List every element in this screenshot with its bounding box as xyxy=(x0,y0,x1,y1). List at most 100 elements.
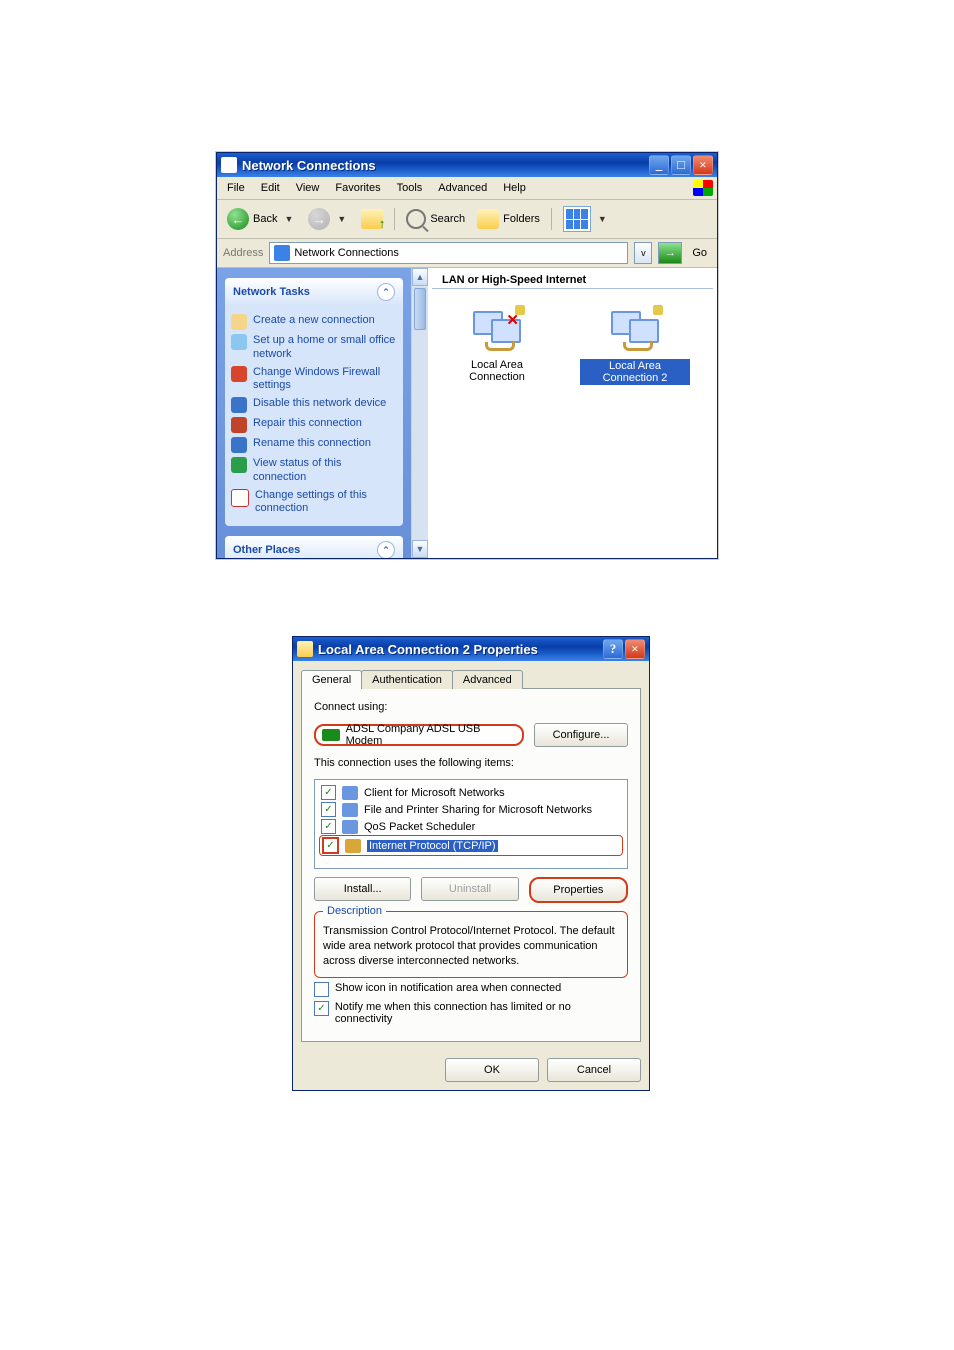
scroll-up-icon[interactable]: ▲ xyxy=(412,268,428,286)
collapse-icon[interactable]: ⌃ xyxy=(377,283,395,301)
show-icon-row[interactable]: ✓ Show icon in notification area when co… xyxy=(314,982,628,997)
menu-help[interactable]: Help xyxy=(497,180,532,196)
connection-icon xyxy=(611,307,659,351)
list-item[interactable]: ✓ Client for Microsoft Networks xyxy=(319,784,623,801)
address-value: Network Connections xyxy=(294,247,399,259)
properties-button[interactable]: Properties xyxy=(529,877,628,903)
connection-label: Local Area Connection 2 xyxy=(580,359,690,385)
folders-label: Folders xyxy=(503,213,540,225)
views-button[interactable]: ▼ xyxy=(559,204,614,234)
search-button[interactable]: Search xyxy=(402,207,469,231)
checkbox-icon[interactable]: ✓ xyxy=(314,982,329,997)
menu-tools[interactable]: Tools xyxy=(391,180,429,196)
help-button[interactable]: ? xyxy=(603,639,623,659)
go-label: Go xyxy=(688,247,711,259)
title-bar[interactable]: Network Connections _ □ × xyxy=(217,153,717,177)
uses-items-label: This connection uses the following items… xyxy=(314,757,628,769)
properties-dialog: Local Area Connection 2 Properties ? × G… xyxy=(292,636,650,1091)
checkbox-icon[interactable]: ✓ xyxy=(321,819,336,834)
checkbox-icon[interactable]: ✓ xyxy=(322,837,339,854)
menu-edit[interactable]: Edit xyxy=(255,180,286,196)
forward-button[interactable]: ▼ xyxy=(304,206,353,232)
notify-row[interactable]: ✓ Notify me when this connection has lim… xyxy=(314,1001,628,1025)
chevron-down-icon[interactable]: ▼ xyxy=(595,214,610,224)
address-bar: Address Network Connections v → Go xyxy=(217,239,717,268)
task-setup-network[interactable]: Set up a home or small office network xyxy=(231,332,397,364)
folder-icon xyxy=(477,209,499,229)
scrollbar[interactable]: ▲ ▼ xyxy=(411,268,428,558)
folders-button[interactable]: Folders xyxy=(473,207,544,231)
chevron-down-icon[interactable]: ▼ xyxy=(281,214,296,224)
connect-using-label: Connect using: xyxy=(314,701,628,713)
collapse-icon[interactable]: ⌃ xyxy=(377,541,395,558)
install-button[interactable]: Install... xyxy=(314,877,411,901)
tab-advanced[interactable]: Advanced xyxy=(452,670,523,689)
task-repair[interactable]: Repair this connection xyxy=(231,415,397,435)
forward-icon xyxy=(308,208,330,230)
address-input[interactable]: Network Connections xyxy=(269,242,628,264)
side-panel: Network Tasks ⌃ Create a new connection … xyxy=(217,268,411,558)
disconnected-icon: ✕ xyxy=(506,311,519,329)
go-button[interactable]: → xyxy=(658,242,682,264)
cancel-button[interactable]: Cancel xyxy=(547,1058,641,1082)
window-title: Network Connections xyxy=(242,158,649,173)
back-button[interactable]: Back ▼ xyxy=(223,206,300,232)
adapter-field[interactable]: ADSL Company ADSL USB Modem xyxy=(314,724,524,746)
task-rename[interactable]: Rename this connection xyxy=(231,435,397,455)
show-icon-label: Show icon in notification area when conn… xyxy=(335,982,561,994)
back-icon xyxy=(227,208,249,230)
other-places-box: Other Places ⌃ xyxy=(225,536,403,558)
menu-view[interactable]: View xyxy=(290,180,326,196)
connection-item-selected[interactable]: Local Area Connection 2 xyxy=(580,301,690,385)
chevron-down-icon[interactable]: ▼ xyxy=(334,214,349,224)
connection-item[interactable]: ✕ Local Area Connection xyxy=(442,301,552,385)
list-item[interactable]: ✓ QoS Packet Scheduler xyxy=(319,818,623,835)
network-connections-window: Network Connections _ □ × File Edit View… xyxy=(216,152,718,559)
configure-button[interactable]: Configure... xyxy=(534,723,628,747)
windows-flag-icon xyxy=(693,180,713,196)
minimize-button[interactable]: _ xyxy=(649,155,669,175)
address-dropdown[interactable]: v xyxy=(634,242,652,264)
close-button[interactable]: × xyxy=(625,639,645,659)
status-icon xyxy=(231,457,247,473)
home-network-icon xyxy=(231,334,247,350)
client-icon xyxy=(342,786,358,800)
task-create-connection[interactable]: Create a new connection xyxy=(231,312,397,332)
uninstall-button: Uninstall xyxy=(421,877,518,901)
up-button[interactable] xyxy=(357,207,387,231)
checkbox-icon[interactable]: ✓ xyxy=(314,1001,329,1016)
task-disable-device[interactable]: Disable this network device xyxy=(231,395,397,415)
menu-advanced[interactable]: Advanced xyxy=(432,180,493,196)
task-settings[interactable]: Change settings of this connection xyxy=(231,487,397,519)
tab-page-general: Connect using: ADSL Company ADSL USB Mod… xyxy=(301,688,641,1042)
components-listbox[interactable]: ✓ Client for Microsoft Networks ✓ File a… xyxy=(314,779,628,869)
folder-up-icon xyxy=(361,209,383,229)
list-item-tcpip[interactable]: ✓ Internet Protocol (TCP/IP) xyxy=(319,835,623,856)
network-tasks-box: Network Tasks ⌃ Create a new connection … xyxy=(225,278,403,526)
title-bar[interactable]: Local Area Connection 2 Properties ? × xyxy=(293,637,649,661)
scroll-down-icon[interactable]: ▼ xyxy=(412,540,428,558)
menu-favorites[interactable]: Favorites xyxy=(329,180,386,196)
tasks-header: Network Tasks xyxy=(233,286,310,298)
menu-file[interactable]: File xyxy=(221,180,251,196)
maximize-button[interactable]: □ xyxy=(671,155,691,175)
scroll-track[interactable] xyxy=(412,332,428,540)
close-button[interactable]: × xyxy=(693,155,713,175)
checkbox-icon[interactable]: ✓ xyxy=(321,802,336,817)
list-item[interactable]: ✓ File and Printer Sharing for Microsoft… xyxy=(319,801,623,818)
tab-general[interactable]: General xyxy=(301,670,362,689)
scroll-thumb[interactable] xyxy=(414,288,426,330)
search-label: Search xyxy=(430,213,465,225)
main-pane[interactable]: LAN or High-Speed Internet ✕ Local Area … xyxy=(428,268,717,558)
service-icon xyxy=(342,820,358,834)
address-label: Address xyxy=(223,247,263,259)
task-firewall[interactable]: Change Windows Firewall settings xyxy=(231,364,397,396)
content-area: Network Tasks ⌃ Create a new connection … xyxy=(217,268,717,558)
tab-authentication[interactable]: Authentication xyxy=(361,670,453,689)
separator xyxy=(394,208,395,230)
checkbox-icon[interactable]: ✓ xyxy=(321,785,336,800)
wizard-icon xyxy=(231,314,247,330)
lock-icon xyxy=(653,305,663,315)
ok-button[interactable]: OK xyxy=(445,1058,539,1082)
task-status[interactable]: View status of this connection xyxy=(231,455,397,487)
